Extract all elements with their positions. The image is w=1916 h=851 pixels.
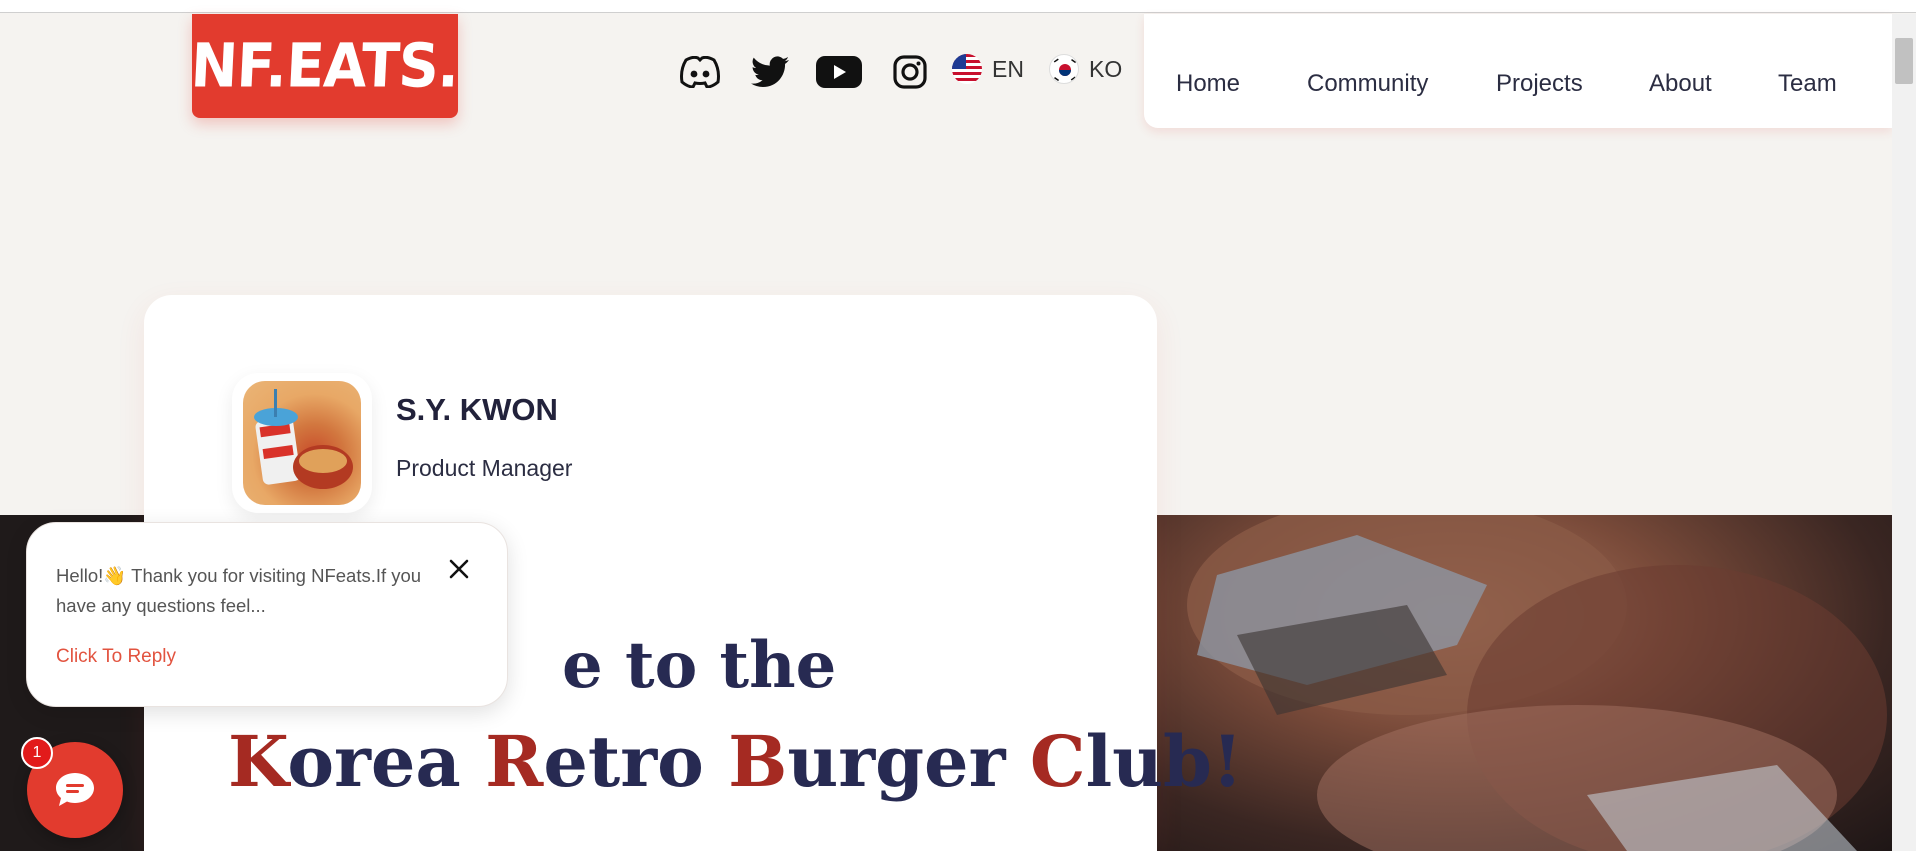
headline-letter: C	[1029, 720, 1086, 803]
close-icon[interactable]	[446, 556, 472, 582]
main-nav: Home Community Projects About Team	[1144, 14, 1892, 128]
lang-ko-label: KO	[1089, 55, 1123, 82]
logo-text: NF.EATS.	[189, 30, 461, 102]
kr-flag-icon	[1049, 54, 1079, 84]
nav-team[interactable]: Team	[1778, 70, 1837, 98]
scrollbar-thumb[interactable]	[1895, 38, 1913, 84]
hero-headline-line1-text: e to the	[562, 628, 837, 703]
nav-home[interactable]: Home	[1176, 70, 1240, 98]
headline-letter: K	[228, 720, 288, 803]
chat-message: Hello!👋 Thank you for visiting NFeats.If…	[56, 565, 422, 616]
instagram-icon[interactable]	[888, 50, 932, 94]
chat-bubble-icon	[56, 773, 94, 806]
lang-en[interactable]: EN	[952, 54, 1024, 84]
nav-about[interactable]: About	[1649, 70, 1712, 98]
twitter-icon[interactable]	[748, 50, 792, 94]
headline-letter: B	[728, 720, 788, 803]
browser-top-edge	[0, 0, 1916, 13]
headline-word: etro	[543, 720, 729, 803]
chat-reply-link[interactable]: Click To Reply	[56, 646, 176, 668]
headline-word: lub!	[1085, 720, 1243, 803]
social-links	[678, 50, 932, 94]
profile-name: S.Y. KWON	[396, 392, 558, 427]
discord-icon[interactable]	[678, 50, 722, 94]
profile-role: Product Manager	[396, 455, 573, 481]
hero-video	[1157, 515, 1892, 851]
lang-ko[interactable]: KO	[1049, 54, 1122, 84]
hero-headline-line2: Korea Retro Burger Club!	[228, 720, 1243, 803]
nav-community[interactable]: Community	[1307, 70, 1428, 98]
youtube-icon[interactable]	[816, 50, 862, 94]
page-scrollbar[interactable]	[1892, 14, 1916, 851]
nav-projects[interactable]: Projects	[1496, 70, 1583, 98]
headline-letter: R	[485, 720, 544, 803]
lang-en-label: EN	[992, 55, 1024, 82]
avatar	[232, 373, 372, 513]
avatar-image	[243, 381, 361, 505]
headline-word: orea	[287, 720, 486, 803]
notification-badge: 1	[21, 737, 53, 769]
us-flag-icon	[952, 54, 982, 84]
headline-word: urger	[787, 720, 1030, 803]
brand-logo[interactable]: NF.EATS.	[189, 14, 461, 118]
